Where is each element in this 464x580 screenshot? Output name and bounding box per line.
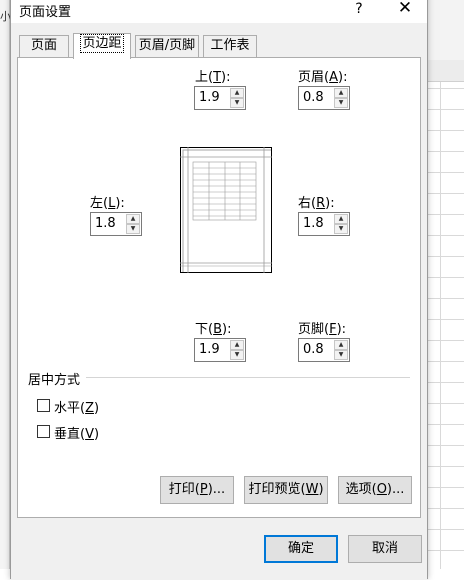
top-margin-spinner[interactable]: 1.9 ▲ ▼ (194, 86, 246, 110)
spin-down-icon[interactable]: ▼ (334, 350, 348, 360)
options-button[interactable]: 选项(O)... (338, 476, 412, 504)
spin-down-icon[interactable]: ▼ (126, 224, 140, 234)
spin-up-icon[interactable]: ▲ (230, 88, 244, 98)
bottom-margin-spinner[interactable]: 1.9 ▲ ▼ (194, 338, 246, 362)
spin-up-icon[interactable]: ▲ (334, 214, 348, 224)
center-on-page-title: 居中方式 (28, 373, 81, 388)
right-margin-label: 右(R): (298, 196, 335, 211)
bottom-margin-label: 下(B): (195, 322, 232, 337)
spin-up-icon[interactable]: ▲ (126, 214, 140, 224)
tab-sheet[interactable]: 工作表 (203, 35, 257, 57)
close-button[interactable]: ✕ (395, 0, 415, 18)
background-left-strip: 小 (0, 0, 11, 569)
footer-margin-value[interactable]: 0.8 (303, 342, 324, 357)
footer-margin-spinner[interactable]: 0.8 ▲ ▼ (298, 338, 350, 362)
spin-down-icon[interactable]: ▼ (334, 98, 348, 108)
horizontal-label[interactable]: 水平(Z) (54, 397, 99, 416)
dialog-footer: 确定 取消 (11, 519, 427, 580)
tab-page[interactable]: 页面 (19, 35, 69, 57)
print-button[interactable]: 打印(P)... (160, 476, 234, 504)
left-margin-value[interactable]: 1.8 (95, 216, 116, 231)
vertical-label[interactable]: 垂直(V) (54, 423, 99, 442)
left-margin-spinner[interactable]: 1.8 ▲ ▼ (90, 212, 142, 236)
top-margin-value[interactable]: 1.9 (199, 90, 220, 105)
spin-down-icon[interactable]: ▼ (230, 98, 244, 108)
left-margin-label: 左(L): (90, 196, 125, 211)
header-margin-label: 页眉(A): (298, 70, 348, 85)
spin-down-icon[interactable]: ▼ (334, 224, 348, 234)
spin-up-icon[interactable]: ▲ (230, 340, 244, 350)
spin-up-icon[interactable]: ▲ (334, 88, 348, 98)
top-margin-label: 上(T): (195, 70, 231, 85)
spin-up-icon[interactable]: ▲ (334, 340, 348, 350)
group-divider (86, 377, 410, 378)
ok-button[interactable]: 确定 (264, 535, 338, 563)
footer-margin-label: 页脚(F): (298, 322, 347, 337)
header-margin-spinner[interactable]: 0.8 ▲ ▼ (298, 86, 350, 110)
margins-panel: 上(T): 1.9 ▲ ▼ 页眉(A): 0.8 ▲ ▼ 左(L): 1.8 ▲… (17, 57, 421, 518)
page-preview (180, 147, 272, 273)
header-margin-value[interactable]: 0.8 (303, 90, 324, 105)
background-column-header (428, 60, 464, 82)
horizontal-checkbox[interactable] (37, 399, 50, 412)
tab-header-footer[interactable]: 页眉/页脚 (135, 35, 199, 57)
print-preview-button[interactable]: 打印预览(W) (244, 476, 328, 504)
bottom-margin-value[interactable]: 1.9 (199, 342, 220, 357)
right-margin-spinner[interactable]: 1.8 ▲ ▼ (298, 212, 350, 236)
spin-down-icon[interactable]: ▼ (230, 350, 244, 360)
vertical-checkbox[interactable] (37, 425, 50, 438)
cancel-button[interactable]: 取消 (348, 535, 422, 563)
help-button[interactable]: ? (349, 0, 369, 19)
dialog-title: 页面设置 (19, 5, 72, 20)
page-setup-dialog: 页面设置 ? ✕ 页面 页边距 页眉/页脚 工作表 上(T): 1.9 ▲ ▼ … (10, 0, 428, 580)
right-margin-value[interactable]: 1.8 (303, 216, 324, 231)
background-right-toolbar (428, 0, 464, 60)
tab-margins[interactable]: 页边距 (73, 33, 131, 59)
dialog-titlebar: 页面设置 ? ✕ (11, 0, 427, 23)
